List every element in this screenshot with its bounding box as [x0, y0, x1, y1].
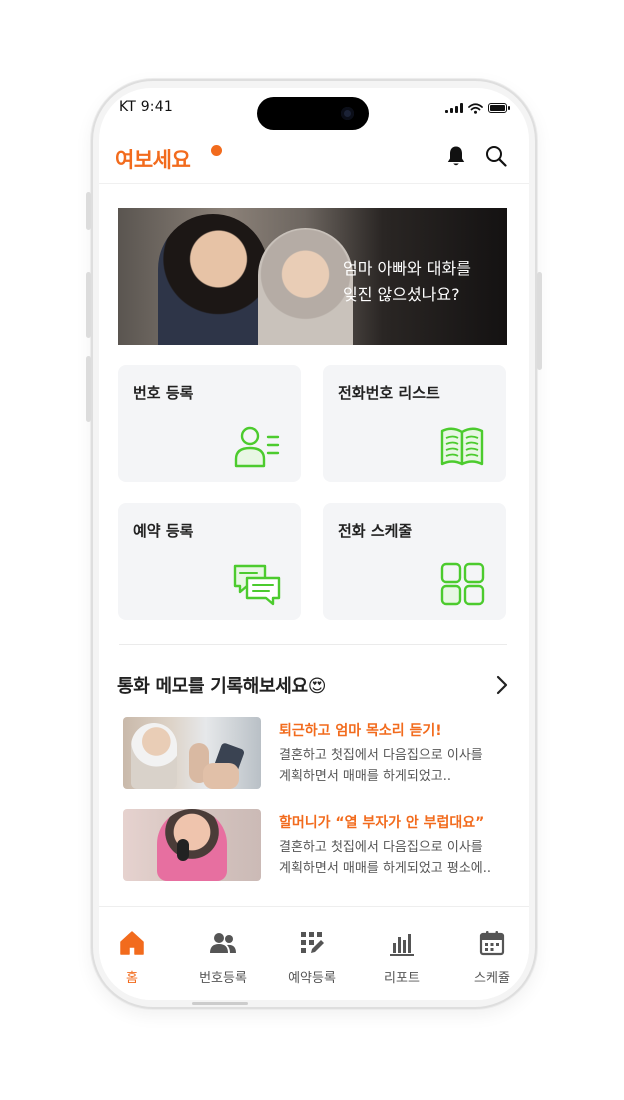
hero-photo-mother — [258, 228, 353, 345]
home-icon — [120, 931, 144, 955]
search-button[interactable] — [483, 143, 509, 169]
dynamic-island — [257, 97, 369, 130]
app-screen: KT 9:41 여보세요 엄마 아빠와 대화를 잊진 않으셨나요? 번호 등록 … — [99, 88, 529, 1000]
home-indicator — [192, 1002, 248, 1005]
battery-icon — [488, 103, 510, 113]
bottom-tab-bar: 홈 번호등록 예약등록 리포트 스케쥴 — [99, 906, 529, 1000]
wifi-icon — [468, 102, 483, 114]
tab-label: 번호등록 — [199, 971, 247, 986]
chevron-right-icon[interactable] — [494, 674, 510, 696]
tab-label: 스케쥴 — [474, 971, 510, 986]
calendar-icon — [479, 931, 505, 956]
hero-text: 엄마 아빠와 대화를 잊진 않으셨나요? — [343, 256, 471, 308]
app-logo[interactable]: 여보세요 — [115, 144, 191, 174]
tab-report[interactable]: 리포트 — [362, 929, 442, 986]
memo-section-title: 통화 메모를 기록해보세요😍 — [117, 676, 327, 697]
memo-desc-line: 계획하면서 매매를 하게되었고 평소에.. — [279, 861, 492, 876]
hero-photo-daughter — [158, 214, 268, 345]
menu-card-phone-list[interactable]: 전화번호 리스트 — [323, 365, 506, 482]
power-button — [537, 272, 542, 370]
memo-desc-line: 계획하면서 매매를 하게되었고.. — [279, 769, 452, 784]
people-icon — [210, 933, 236, 953]
notification-button[interactable] — [443, 143, 469, 169]
search-icon — [486, 146, 507, 167]
mute-switch — [86, 192, 91, 230]
hero-banner[interactable]: 엄마 아빠와 대화를 잊진 않으셨나요? — [118, 208, 507, 345]
camera-icon — [341, 107, 354, 120]
menu-card-reservation[interactable]: 예약 등록 — [118, 503, 301, 620]
user-list-icon — [234, 426, 280, 468]
memo-title: 할머니가 “열 부자가 안 부럽대요” — [279, 815, 485, 831]
menu-card-label: 예약 등록 — [133, 522, 194, 540]
menu-card-call-schedule[interactable]: 전화 스케줄 — [323, 503, 506, 620]
edit-grid-icon — [301, 932, 324, 953]
tab-label: 홈 — [126, 971, 138, 986]
menu-card-number-register[interactable]: 번호 등록 — [118, 365, 301, 482]
logo-badge-icon — [211, 145, 222, 156]
memo-description: 결혼하고 첫집에서 다음집으로 이사를 계획하면서 매매를 하게되었고 평소에.… — [279, 837, 509, 879]
tab-reservation[interactable]: 예약등록 — [272, 929, 352, 986]
status-bar: KT 9:41 — [99, 88, 529, 130]
status-carrier-time: KT 9:41 — [119, 99, 173, 115]
menu-card-label: 전화번호 리스트 — [338, 384, 440, 402]
menu-card-label: 전화 스케줄 — [338, 522, 413, 540]
tab-label: 리포트 — [384, 971, 420, 986]
memo-item[interactable]: 할머니가 “열 부자가 안 부럽대요” 결혼하고 첫집에서 다음집으로 이사를 … — [123, 809, 508, 883]
status-icons — [445, 101, 510, 115]
memo-title: 퇴근하고 엄마 목소리 듣기! — [279, 723, 442, 739]
memo-thumbnail — [123, 717, 261, 789]
menu-card-label: 번호 등록 — [133, 384, 194, 402]
tab-number-register[interactable]: 번호등록 — [183, 929, 263, 986]
volume-down-button — [86, 356, 91, 422]
bell-icon — [447, 146, 465, 166]
memo-item[interactable]: 퇴근하고 엄마 목소리 듣기! 결혼하고 첫집에서 다음집으로 이사를 계획하면… — [123, 717, 508, 791]
grid-icon — [440, 562, 485, 606]
app-header: 여보세요 — [99, 138, 529, 184]
chat-icon — [233, 564, 281, 606]
hero-line2: 잊진 않으셨나요? — [343, 285, 460, 304]
hero-line1: 엄마 아빠와 대화를 — [343, 259, 471, 278]
tab-schedule[interactable]: 스케쥴 — [452, 929, 529, 986]
bar-chart-icon — [390, 934, 414, 956]
header-actions — [443, 143, 509, 169]
memo-thumbnail — [123, 809, 261, 881]
book-icon — [440, 427, 484, 466]
memo-desc-line: 결혼하고 첫집에서 다음집으로 이사를 — [279, 748, 483, 763]
tab-home[interactable]: 홈 — [99, 929, 172, 986]
memo-desc-line: 결혼하고 첫집에서 다음집으로 이사를 — [279, 840, 483, 855]
volume-up-button — [86, 272, 91, 338]
tab-label: 예약등록 — [288, 971, 336, 986]
signal-icon — [445, 103, 463, 113]
section-divider — [119, 644, 507, 645]
memo-description: 결혼하고 첫집에서 다음집으로 이사를 계획하면서 매매를 하게되었고.. — [279, 745, 509, 787]
